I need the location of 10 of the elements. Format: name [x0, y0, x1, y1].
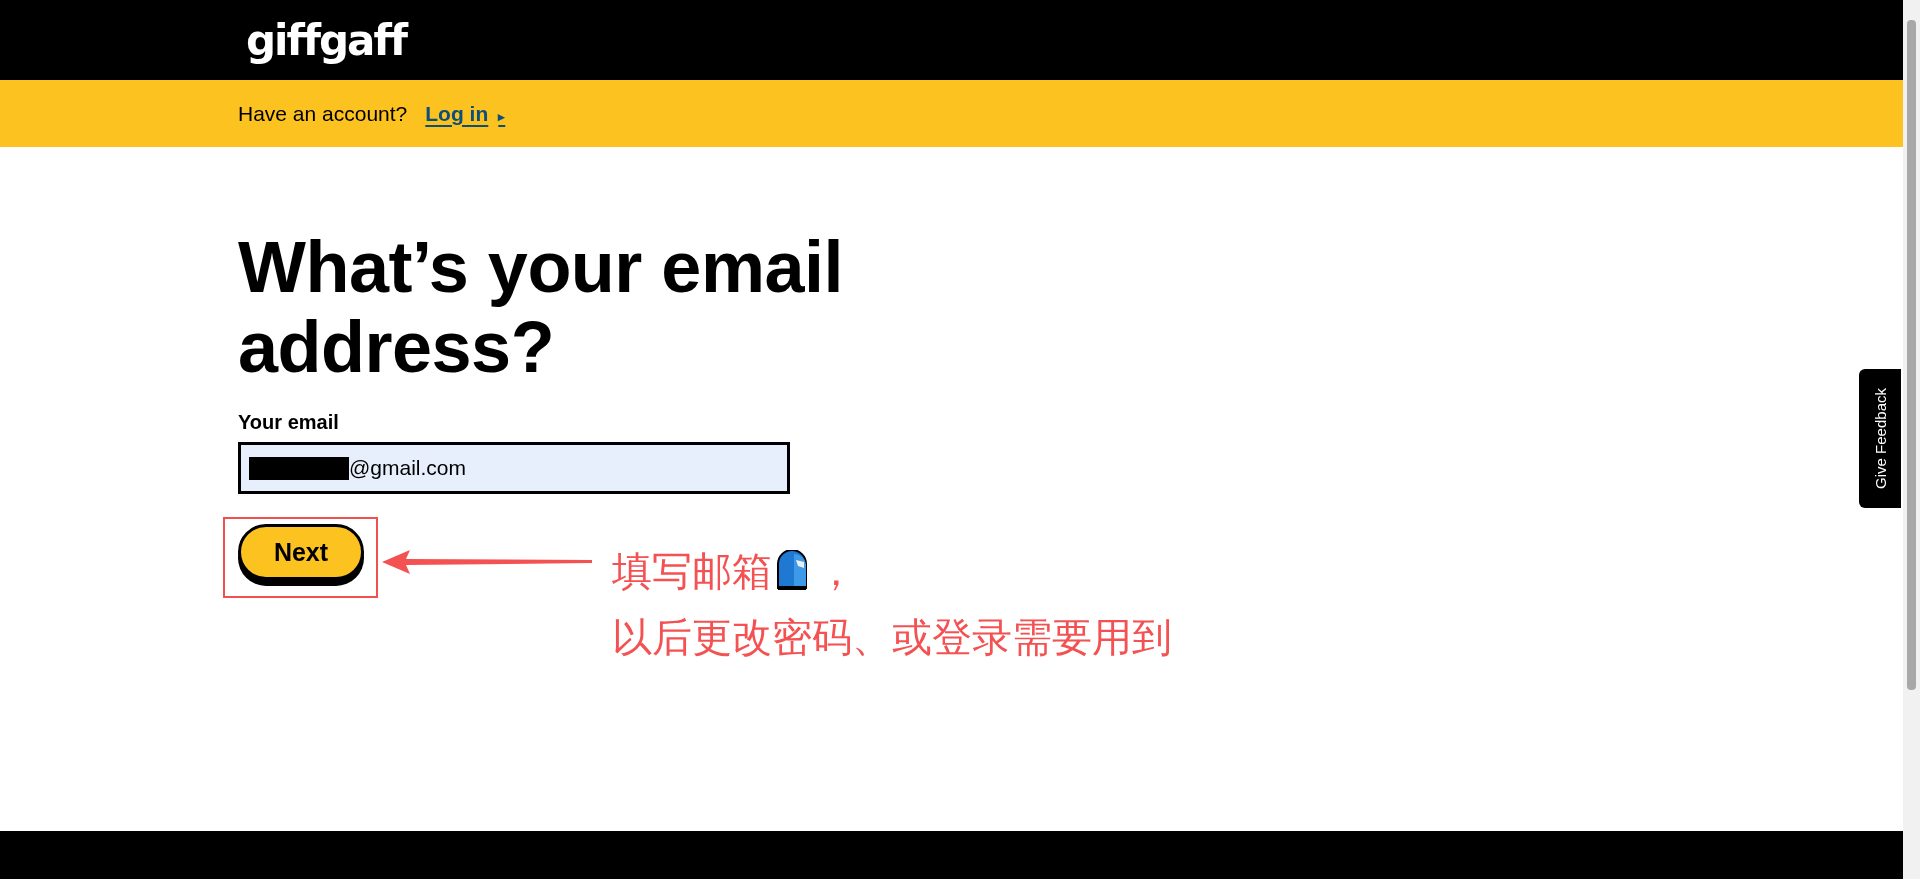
email-field[interactable]: @gmail.com — [238, 442, 790, 494]
annotation-text: 以后更改密码、或登录需要用到 — [612, 613, 1172, 662]
annotation-comma: ， — [816, 547, 856, 596]
feedback-tab[interactable]: Give Feedback — [1859, 369, 1901, 508]
annotation-text: 填写邮箱 — [612, 547, 772, 596]
logo[interactable]: giffgaff — [246, 15, 406, 65]
page-heading: What’s your email address? — [238, 227, 844, 387]
login-link[interactable]: Log in ▸ — [425, 101, 506, 126]
scrollbar-thumb[interactable] — [1907, 20, 1916, 690]
account-prompt: Have an account? — [238, 101, 408, 126]
